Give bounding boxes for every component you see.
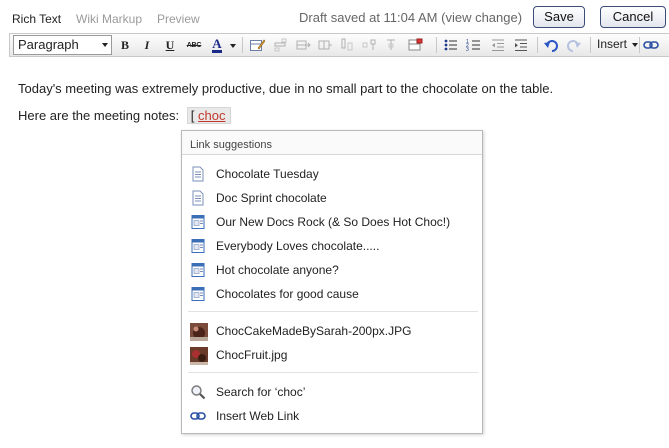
suggestion-blog-post[interactable]: Our New Docs Rock (& So Does Hot Choc!): [182, 211, 482, 233]
insert-menu[interactable]: Insert: [597, 37, 627, 51]
draft-saved-text: Draft saved at 11:04 AM: [299, 10, 438, 25]
toolbar-divider: [639, 37, 640, 53]
edit-table-icon[interactable]: [248, 36, 266, 54]
suggestion-blog-post[interactable]: Everybody Loves chocolate.....: [182, 235, 482, 257]
formatting-toolbar: Paragraph B I U ABC A 123 Insert: [9, 33, 669, 57]
italic-icon[interactable]: I: [138, 36, 156, 54]
underline-icon[interactable]: U: [161, 36, 179, 54]
paragraph-style-value: Paragraph: [18, 37, 79, 52]
suggestion-label: ChocFruit.jpg: [216, 348, 288, 362]
suggestion-attachment[interactable]: ChocFruit.jpg: [182, 344, 482, 366]
image-thumbnail-icon: [190, 323, 208, 341]
save-button[interactable]: Save: [533, 6, 585, 28]
redo-icon[interactable]: [565, 36, 583, 54]
tab-preview[interactable]: Preview: [157, 12, 200, 26]
draft-status: Draft saved at 11:04 AM (view change): [299, 10, 522, 25]
view-change-link[interactable]: (view change): [441, 10, 522, 25]
tab-wiki-markup[interactable]: Wiki Markup: [76, 12, 142, 26]
editor-header: Rich Text Wiki Markup Preview Draft save…: [0, 0, 669, 32]
tab-rich-text[interactable]: Rich Text: [12, 12, 61, 26]
insert-web-link[interactable]: Insert Web Link: [182, 405, 482, 427]
chevron-down-icon: [102, 43, 108, 47]
suggestion-label: Search for ‘choc’: [216, 385, 306, 399]
suggestion-label: Our New Docs Rock (& So Does Hot Choc!): [216, 215, 451, 229]
numbered-list-icon[interactable]: 123: [465, 36, 483, 54]
toolbar-divider: [436, 37, 437, 53]
link-suggestions-header: Link suggestions: [182, 131, 482, 155]
table-row-icon[interactable]: [272, 36, 290, 54]
undo-icon[interactable]: [542, 36, 560, 54]
toolbar-divider: [537, 37, 538, 53]
suggestion-label: Insert Web Link: [216, 409, 300, 423]
toolbar-divider: [590, 37, 591, 53]
suggestion-label: Chocolates for good cause: [216, 287, 359, 301]
suggestion-label: Everybody Loves chocolate.....: [216, 239, 380, 253]
suggestion-page[interactable]: Doc Sprint chocolate: [182, 187, 482, 209]
split-cells-icon[interactable]: [360, 36, 378, 54]
suggestion-label: Hot chocolate anyone?: [216, 263, 339, 277]
chevron-down-icon: [632, 43, 638, 47]
suggestion-label: Doc Sprint chocolate: [216, 191, 327, 205]
suggestion-label: ChocCakeMadeBySarah-200px.JPG: [216, 324, 412, 338]
toolbar-divider: [242, 37, 243, 53]
suggestion-label: Chocolate Tuesday: [216, 167, 319, 181]
link-suggestions-dropdown: Link suggestions Chocolate Tuesday Doc S…: [181, 130, 483, 434]
cancel-button[interactable]: Cancel: [600, 6, 666, 28]
search-for-query[interactable]: Search for ‘choc’: [182, 381, 482, 403]
suggestion-blog-post[interactable]: Hot chocolate anyone?: [182, 259, 482, 281]
blog-post-icon: [190, 286, 206, 302]
blog-post-icon: [190, 238, 206, 254]
editor-paragraph-1[interactable]: Today's meeting was extremely productive…: [18, 81, 553, 96]
divider: [188, 372, 478, 373]
outdent-icon[interactable]: [489, 36, 507, 54]
text-color-icon[interactable]: A: [208, 36, 226, 54]
table-column-icon[interactable]: [316, 36, 334, 54]
meeting-notes-label: Here are the meeting notes:: [18, 108, 180, 123]
paragraph-style-select[interactable]: Paragraph: [13, 35, 112, 55]
delete-table-icon[interactable]: [406, 36, 424, 54]
bracket-text: [: [190, 108, 195, 123]
link-icon[interactable]: [642, 36, 660, 54]
divider: [188, 311, 478, 312]
strikethrough-icon[interactable]: ABC: [185, 36, 203, 54]
bold-icon[interactable]: B: [116, 36, 134, 54]
blog-post-icon: [190, 214, 206, 230]
link-icon: [190, 408, 206, 424]
svg-text:3: 3: [466, 47, 469, 53]
suggestion-page[interactable]: Chocolate Tuesday: [182, 163, 482, 185]
page-icon: [190, 190, 206, 206]
page-icon: [190, 166, 206, 182]
indent-icon[interactable]: [512, 36, 530, 54]
image-thumbnail-icon: [190, 347, 208, 365]
insert-menu-label: Insert: [597, 37, 628, 51]
editor-paragraph-2[interactable]: Here are the meeting notes: [ choc: [18, 107, 231, 124]
insert-column-icon[interactable]: [382, 36, 400, 54]
table-icon[interactable]: [294, 36, 312, 54]
merge-cells-icon[interactable]: [338, 36, 356, 54]
link-autocomplete-token[interactable]: [ choc: [186, 107, 231, 124]
magnifier-icon: [190, 384, 206, 400]
bullet-list-icon[interactable]: [442, 36, 460, 54]
link-query-text: choc: [198, 108, 226, 123]
blog-post-icon: [190, 262, 206, 278]
suggestion-blog-post[interactable]: Chocolates for good cause: [182, 283, 482, 305]
suggestion-attachment[interactable]: ChocCakeMadeBySarah-200px.JPG: [182, 320, 482, 342]
text-color-dropdown-icon[interactable]: [230, 44, 236, 48]
